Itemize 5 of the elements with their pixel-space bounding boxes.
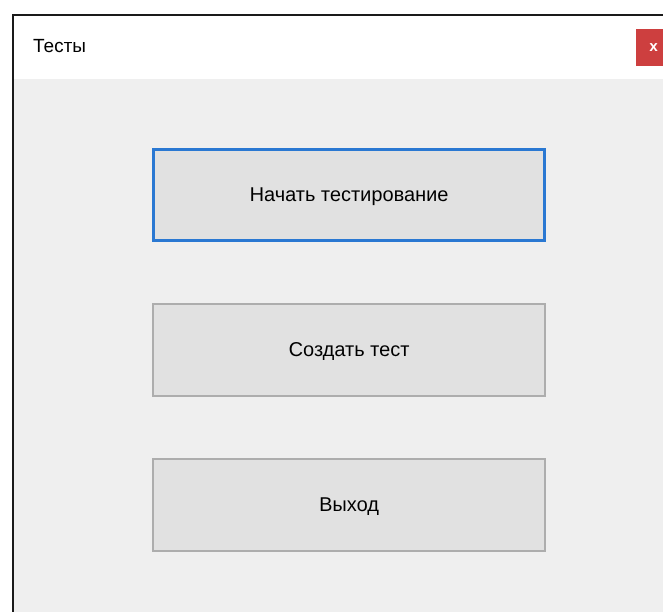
close-button[interactable]: x xyxy=(636,29,663,66)
menu-button[interactable]: Выход xyxy=(152,458,546,552)
menu-button[interactable]: Создать тест xyxy=(152,303,546,397)
menu-button[interactable]: Начать тестирование xyxy=(152,148,546,242)
window-title: Тесты xyxy=(33,35,86,60)
